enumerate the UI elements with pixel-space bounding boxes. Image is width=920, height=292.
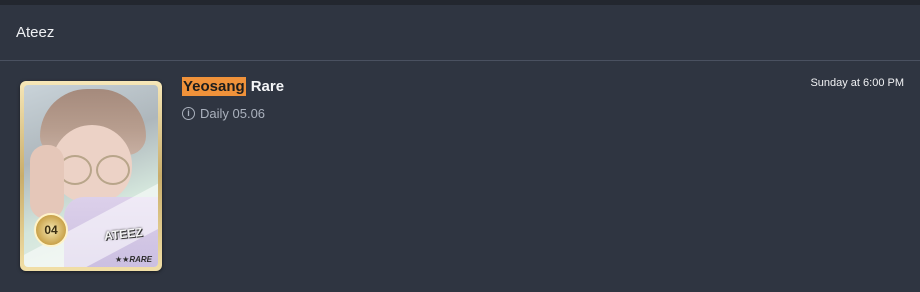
card-source-row: i Daily 05.06 <box>182 106 265 121</box>
card-number-badge: 04 <box>34 213 68 247</box>
rarity-text: Rare <box>250 78 285 95</box>
member-name: Yeosang <box>182 77 246 96</box>
photo-glasses-right <box>96 155 130 185</box>
card-photo: 04 ATEEZ ★★RARE <box>24 85 158 267</box>
card-entry: 04 ATEEZ ★★RARE Yeosang Rare i Daily 05.… <box>0 61 920 292</box>
card-image[interactable]: 04 ATEEZ ★★RARE <box>20 81 162 271</box>
timestamp: Sunday at 6:00 PM <box>810 77 904 89</box>
photo-arm <box>30 145 64 219</box>
card-rarity-label: ★★RARE <box>114 255 152 264</box>
info-icon: i <box>182 107 195 120</box>
panel-header: Ateez <box>0 5 920 61</box>
card-source: Daily 05.06 <box>200 106 266 121</box>
card-title-row: Yeosang Rare <box>182 77 284 96</box>
panel-title: Ateez <box>16 24 55 41</box>
collection-panel: Ateez 04 ATEEZ ★★RARE Yeosang Rare i Dai… <box>0 5 920 292</box>
